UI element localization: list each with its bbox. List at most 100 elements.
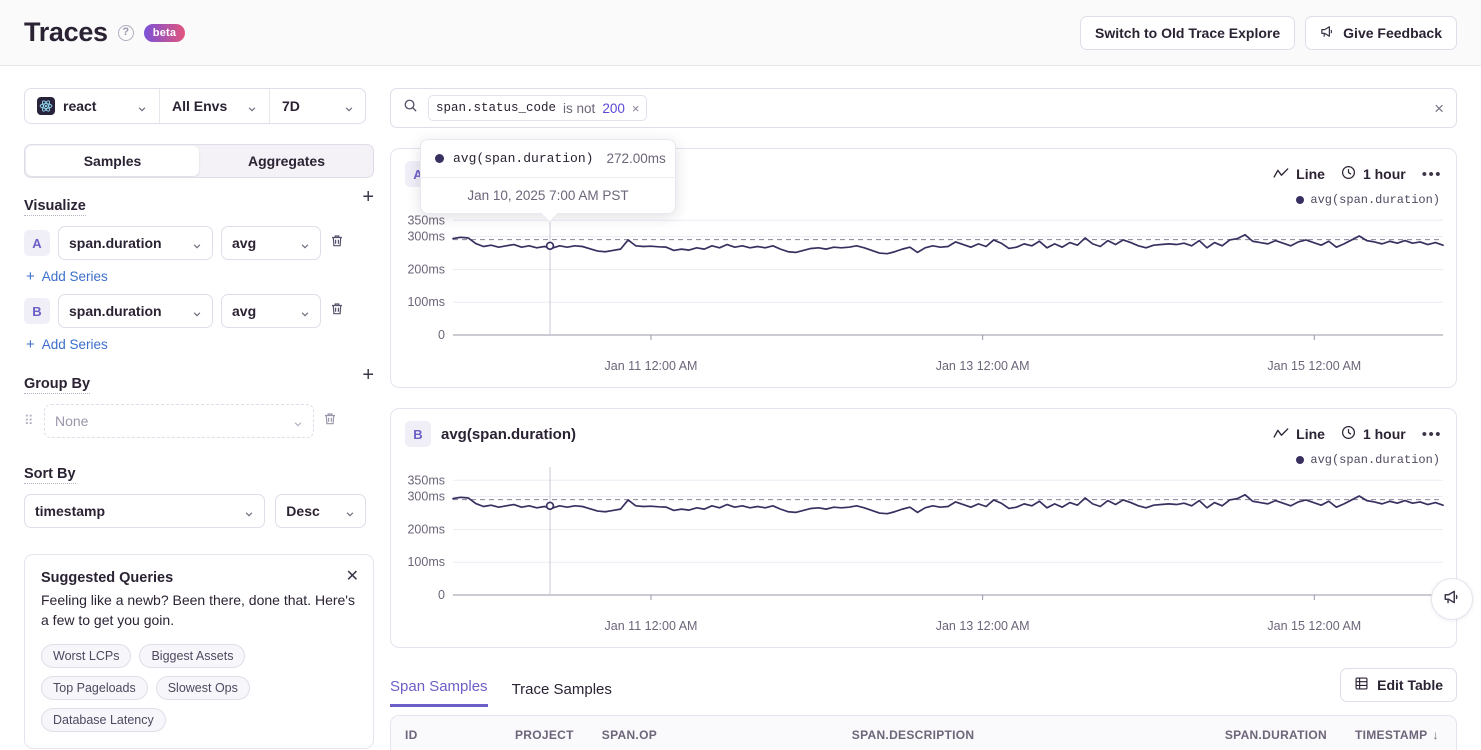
series-a-aggregate-select[interactable]: avg — [221, 226, 321, 260]
page-title: Traces — [24, 17, 108, 48]
sort-field-select[interactable]: timestamp — [24, 494, 265, 528]
drag-handle-icon[interactable]: ⠿ — [24, 416, 36, 426]
tab-aggregates[interactable]: Aggregates — [200, 145, 373, 177]
chart-b-ellipsis-icon[interactable]: ••• — [1422, 426, 1442, 443]
group-by-select[interactable]: None — [44, 404, 314, 438]
col-span-duration[interactable]: SPAN.DURATION — [1211, 716, 1341, 750]
col-span-description[interactable]: SPAN.DESCRIPTION — [838, 716, 1211, 750]
visualize-series-b: B span.duration avg — [24, 294, 366, 328]
add-series-a-button[interactable]: + Add Series — [26, 269, 366, 284]
tab-trace-samples[interactable]: Trace Samples — [512, 681, 612, 707]
plus-icon: + — [26, 269, 35, 284]
suggested-chip-database-latency[interactable]: Database Latency — [41, 708, 166, 732]
token-operator[interactable]: is not — [563, 101, 595, 116]
clear-search-icon[interactable]: × — [1434, 100, 1444, 117]
svg-text:0: 0 — [438, 328, 445, 342]
sort-by-row: timestamp Desc — [24, 494, 366, 528]
delete-series-b-trash-icon[interactable] — [329, 301, 347, 322]
x-tick-label: Jan 15 12:00 AM — [1267, 619, 1361, 633]
x-tick-label: Jan 15 12:00 AM — [1267, 359, 1361, 373]
query-sidebar: react All Envs 7D — [0, 66, 390, 750]
environment-selector[interactable]: All Envs — [159, 89, 269, 123]
arrow-down-icon: ↓ — [1432, 728, 1438, 742]
sort-direction-value: Desc — [286, 503, 319, 519]
suggested-chip-top-pageloads[interactable]: Top Pageloads — [41, 676, 148, 700]
mode-toggle: Samples Aggregates — [24, 144, 374, 178]
project-selector-label: react — [63, 98, 96, 114]
svg-text:100ms: 100ms — [407, 295, 445, 309]
search-filter-token[interactable]: span.status_code is not 200 × — [428, 95, 647, 121]
add-visualize-plus-icon[interactable]: + — [362, 187, 374, 207]
chart-a-x-axis: Jan 11 12:00 AM Jan 13 12:00 AM Jan 15 12:… — [391, 357, 1456, 377]
edit-table-button[interactable]: Edit Table — [1340, 668, 1457, 702]
tab-samples[interactable]: Samples — [26, 146, 199, 176]
chart-a-plot[interactable]: 0100ms200ms300ms350ms Jan 11 12:00 AMJan… — [391, 207, 1456, 387]
close-icon[interactable]: ✕ — [346, 569, 359, 585]
remove-token-icon[interactable]: × — [632, 101, 640, 116]
search-bar[interactable]: span.status_code is not 200 × × — [390, 88, 1457, 128]
question-circle-icon[interactable]: ? — [118, 25, 134, 41]
beta-badge: beta — [144, 24, 185, 42]
chart-b-svg: 0100ms200ms300ms350ms — [391, 467, 1451, 617]
suggested-chip-slowest-ops[interactable]: Slowest Ops — [156, 676, 250, 700]
chart-b-x-axis: Jan 11 12:00 AM Jan 13 12:00 AM Jan 15 12:… — [391, 617, 1456, 637]
chart-a-ellipsis-icon[interactable]: ••• — [1422, 166, 1442, 183]
svg-text:350ms: 350ms — [407, 213, 445, 227]
sort-by-label: Sort By — [24, 466, 76, 484]
x-tick-label: Jan 13 12:00 AM — [936, 619, 1030, 633]
col-timestamp-label: TIMESTAMP — [1355, 728, 1427, 742]
chart-b-header: B avg(span.duration) Line — [391, 409, 1456, 451]
chart-b-plot[interactable]: 0100ms200ms300ms350ms Jan 11 12:00 AMJan… — [391, 467, 1456, 647]
chevron-down-icon — [247, 101, 257, 111]
chart-b-legend-label: avg(span.duration) — [1310, 453, 1440, 467]
chart-b-display-type[interactable]: Line — [1273, 426, 1325, 443]
col-timestamp[interactable]: TIMESTAMP ↓ — [1341, 716, 1456, 750]
col-id[interactable]: ID — [391, 716, 501, 750]
project-env-time-selector: react All Envs 7D — [24, 88, 366, 124]
series-b-field-select[interactable]: span.duration — [58, 294, 213, 328]
samples-table-head: ID PROJECT SPAN.OP SPAN.DESCRIPTION SPAN… — [391, 716, 1456, 750]
chart-a-interval-label: 1 hour — [1363, 166, 1406, 182]
switch-to-old-trace-explore-button[interactable]: Switch to Old Trace Explore — [1080, 16, 1295, 50]
col-span-op[interactable]: SPAN.OP — [588, 716, 838, 750]
chevron-down-icon — [300, 238, 310, 248]
suggested-chip-worst-lcps[interactable]: Worst LCPs — [41, 644, 131, 668]
suggested-chip-biggest-assets[interactable]: Biggest Assets — [139, 644, 245, 668]
x-tick-label: Jan 13 12:00 AM — [936, 359, 1030, 373]
tab-span-samples[interactable]: Span Samples — [390, 678, 488, 707]
chart-b-interval[interactable]: 1 hour — [1341, 425, 1406, 443]
group-by-row: ⠿ None — [24, 404, 366, 438]
delete-group-by-trash-icon[interactable] — [322, 411, 340, 432]
x-tick-label: Jan 11 12:00 AM — [605, 619, 698, 633]
time-range-selector[interactable]: 7D — [269, 89, 366, 123]
series-badge-b: B — [24, 298, 50, 324]
series-a-field-select[interactable]: span.duration — [58, 226, 213, 260]
series-a-field-value: span.duration — [69, 235, 162, 251]
add-series-b-button[interactable]: + Add Series — [26, 337, 366, 352]
give-feedback-button[interactable]: Give Feedback — [1305, 16, 1457, 50]
series-b-aggregate-select[interactable]: avg — [221, 294, 321, 328]
visualize-section-header: Visualize + — [24, 178, 374, 216]
project-selector[interactable]: react — [25, 89, 159, 123]
chart-b-display-label: Line — [1296, 426, 1325, 442]
search-icon — [403, 98, 418, 118]
megaphone-icon — [1443, 588, 1461, 611]
chart-a-display-label: Line — [1296, 166, 1325, 182]
samples-tabs: Span Samples Trace Samples Edit Table — [390, 668, 1457, 707]
delete-series-a-trash-icon[interactable] — [329, 233, 347, 254]
sort-direction-select[interactable]: Desc — [275, 494, 366, 528]
x-tick-label: Jan 11 12:00 AM — [605, 359, 698, 373]
add-series-a-label: Add Series — [42, 269, 108, 284]
floating-feedback-button[interactable] — [1431, 578, 1473, 620]
edit-table-label: Edit Table — [1377, 677, 1443, 693]
chart-a-interval[interactable]: 1 hour — [1341, 165, 1406, 183]
environment-selector-label: All Envs — [172, 98, 227, 114]
col-project[interactable]: PROJECT — [501, 716, 588, 750]
legend-dot — [1296, 196, 1304, 204]
table-header-row: ID PROJECT SPAN.OP SPAN.DESCRIPTION SPAN… — [391, 716, 1456, 750]
page-header: Traces ? beta Switch to Old Trace Explor… — [0, 0, 1481, 66]
chevron-down-icon — [344, 101, 354, 111]
token-value[interactable]: 200 — [602, 101, 625, 116]
add-group-by-plus-icon[interactable]: + — [362, 365, 374, 385]
chart-a-display-type[interactable]: Line — [1273, 166, 1325, 183]
